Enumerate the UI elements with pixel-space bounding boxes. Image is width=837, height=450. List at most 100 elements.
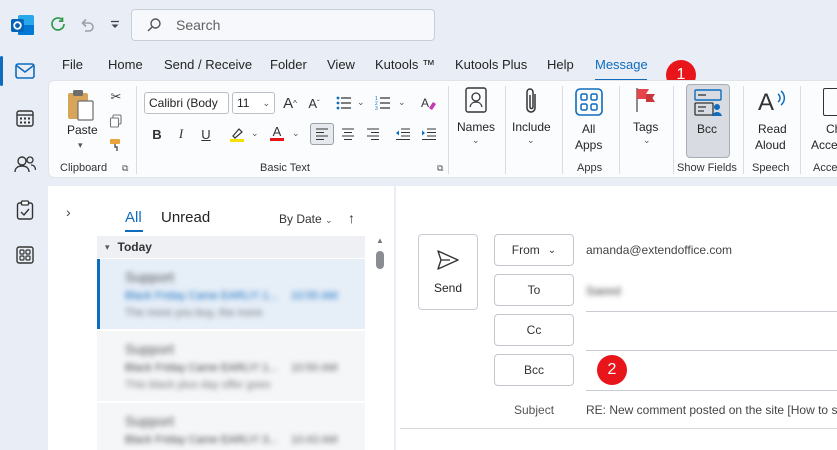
apps-icon[interactable] — [12, 242, 38, 268]
font-color-chevron-icon[interactable]: ⌄ — [292, 128, 300, 139]
font-size-combo[interactable]: 11 ⌄ — [232, 92, 275, 114]
rail-active-indicator — [0, 56, 3, 86]
group-header-today[interactable]: ▾ Today — [97, 236, 365, 258]
bcc-ribbon-label: Bcc — [697, 122, 718, 136]
font-name-combo[interactable]: Calibri (Body — [144, 92, 229, 114]
tab-kutools[interactable]: Kutools ™ — [375, 57, 435, 72]
title-bar: Search — [0, 0, 837, 50]
include-chevron-icon[interactable]: ⌄ — [527, 135, 535, 146]
ribbon-separator — [800, 86, 801, 174]
cut-icon[interactable]: ✂ — [105, 86, 127, 108]
names-label[interactable]: Names — [457, 119, 495, 135]
sort-label: By Date — [279, 212, 322, 226]
undo-icon[interactable] — [75, 13, 99, 37]
expand-folder-pane-icon[interactable]: › — [66, 204, 71, 220]
bcc-button[interactable]: Bcc — [494, 354, 574, 386]
sync-icon[interactable] — [46, 13, 70, 37]
paste-chevron-icon[interactable]: ▾ — [78, 140, 83, 151]
filter-all-tab[interactable]: All — [125, 209, 142, 226]
list-item[interactable]: Support Black Friday Came EARLY! 1... 10… — [97, 259, 365, 329]
read-aloud-label-line2[interactable]: Aloud — [755, 137, 786, 153]
grow-font-button[interactable]: A ^ — [279, 92, 301, 114]
tags-chevron-icon[interactable]: ⌄ — [643, 135, 651, 146]
to-label: To — [527, 283, 541, 297]
ribbon-separator — [136, 86, 137, 174]
tab-kutools-plus[interactable]: Kutools Plus — [455, 57, 527, 72]
sort-direction-button[interactable]: ↑ — [348, 210, 355, 226]
highlight-icon[interactable] — [226, 123, 248, 145]
filter-unread-tab[interactable]: Unread — [161, 209, 210, 226]
bcc-field-underline — [586, 390, 837, 391]
decrease-indent-icon[interactable] — [392, 123, 414, 145]
tab-file[interactable]: File — [62, 57, 83, 72]
tab-folder[interactable]: Folder — [270, 57, 307, 72]
italic-button[interactable]: I — [170, 123, 192, 145]
collapse-chevron-icon: ▾ — [105, 241, 110, 252]
tab-help[interactable]: Help — [547, 57, 574, 72]
format-painter-icon[interactable] — [105, 134, 127, 156]
align-center-icon[interactable] — [337, 123, 359, 145]
people-icon[interactable] — [12, 151, 38, 177]
mail-preview: The more you buy, the more — [125, 307, 263, 319]
highlight-chevron-icon[interactable]: ⌄ — [251, 128, 259, 139]
send-button[interactable]: Send — [418, 234, 478, 310]
mail-preview: This black plus day offer goes — [125, 379, 271, 391]
list-scrollbar-thumb[interactable] — [376, 251, 384, 269]
chevron-down-icon: ⌄ — [262, 97, 270, 108]
tab-view[interactable]: View — [327, 57, 355, 72]
selected-indicator — [97, 259, 100, 329]
filter-all-underline — [125, 230, 143, 232]
tab-home[interactable]: Home — [108, 57, 143, 72]
numbering-icon[interactable]: 123 — [372, 92, 394, 114]
basic-text-launcher-icon[interactable]: ⧉ — [437, 163, 443, 174]
align-right-icon[interactable] — [362, 123, 384, 145]
include-label[interactable]: Include — [512, 119, 551, 135]
all-apps-label-line1[interactable]: All — [582, 121, 595, 137]
all-apps-label-line2[interactable]: Apps — [575, 137, 602, 153]
ribbon-separator — [619, 86, 620, 174]
font-color-button[interactable]: A — [266, 122, 288, 144]
mail-sender: Support — [125, 413, 175, 429]
tab-send-receive[interactable]: Send / Receive — [164, 57, 252, 72]
read-aloud-label-line1[interactable]: Read — [758, 121, 787, 137]
names-chevron-icon[interactable]: ⌄ — [472, 135, 480, 146]
align-left-icon[interactable] — [310, 123, 334, 145]
show-fields-group-label: Show Fields — [677, 162, 737, 174]
mail-sender: Support — [125, 341, 175, 357]
accessibility-label-line1[interactable]: Ch — [826, 121, 837, 137]
cc-input[interactable] — [586, 316, 837, 348]
speech-group-label: Speech — [752, 162, 790, 174]
list-item[interactable]: Support Black Friday Came EARLY! 1... 10… — [97, 331, 365, 401]
mail-time: 10:43 AM — [291, 434, 338, 446]
accessibility-label-line2[interactable]: Acce — [811, 137, 837, 153]
clear-formatting-icon[interactable]: A — [418, 92, 440, 114]
cc-button[interactable]: Cc — [494, 314, 574, 346]
send-icon — [437, 250, 459, 270]
customize-dropdown-icon[interactable] — [103, 13, 127, 37]
tasks-icon[interactable] — [12, 197, 38, 223]
bullets-chevron-icon[interactable]: ⌄ — [357, 97, 365, 108]
mail-icon[interactable] — [12, 58, 38, 84]
copy-icon[interactable] — [105, 110, 127, 132]
tab-message[interactable]: Message — [595, 57, 648, 72]
subject-input[interactable]: RE: New comment posted on the site [How … — [586, 403, 837, 417]
paste-label[interactable]: Paste — [67, 122, 98, 138]
list-item[interactable]: Support Black Friday Came EARLY! 3... 10… — [97, 403, 365, 450]
sort-by-date-button[interactable]: By Date ⌄ — [279, 212, 333, 226]
underline-button[interactable]: U — [195, 123, 217, 145]
calendar-icon[interactable] — [12, 105, 38, 131]
scroll-up-icon[interactable]: ▲ — [376, 236, 384, 245]
shrink-font-button[interactable]: Aˇ — [303, 92, 325, 114]
bcc-icon — [694, 88, 722, 121]
search-input[interactable]: Search — [131, 9, 435, 41]
clipboard-launcher-icon[interactable]: ⧉ — [122, 163, 128, 174]
svg-text:A: A — [421, 96, 429, 110]
to-button[interactable]: To — [494, 274, 574, 306]
bullets-icon[interactable] — [333, 92, 355, 114]
to-recipient[interactable]: Saeed — [586, 284, 621, 298]
bold-button[interactable]: B — [146, 123, 168, 145]
numbering-chevron-icon[interactable]: ⌄ — [398, 97, 406, 108]
from-button[interactable]: From ⌄ — [494, 234, 574, 266]
tags-label[interactable]: Tags — [633, 119, 658, 135]
increase-indent-icon[interactable] — [418, 123, 440, 145]
